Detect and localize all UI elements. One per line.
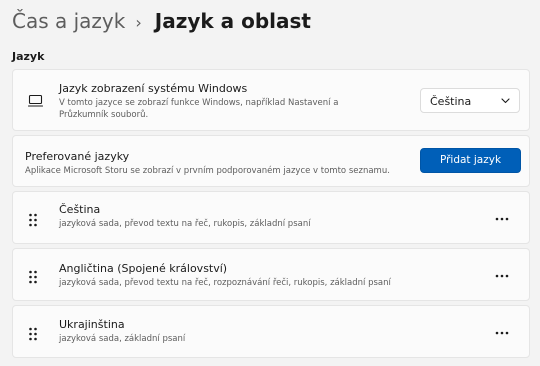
more-options-icon[interactable] [495, 217, 509, 221]
language-list-item[interactable]: Angličtina (Spojené království) jazyková… [12, 248, 530, 301]
section-heading-language: Jazyk [12, 50, 45, 63]
preferred-languages-title: Preferované jazyky [25, 150, 130, 163]
monitor-icon [28, 94, 43, 107]
breadcrumb: Čas a jazyk › Jazyk a oblast [12, 6, 311, 36]
drag-handle-icon[interactable] [29, 270, 37, 284]
more-options-icon[interactable] [495, 331, 509, 335]
display-language-description: V tomto jazyce se zobrazí funkce Windows… [59, 98, 339, 120]
page-title: Jazyk a oblast [154, 9, 311, 33]
display-language-title: Jazyk zobrazení systému Windows [59, 82, 248, 95]
drag-handle-icon[interactable] [29, 327, 37, 341]
language-features: jazyková sada, převod textu na řeč, rozp… [59, 278, 391, 288]
more-options-icon[interactable] [495, 274, 509, 278]
language-name: Ukrajinština [59, 318, 125, 331]
drag-handle-icon[interactable] [29, 213, 37, 227]
breadcrumb-parent-link[interactable]: Čas a jazyk [12, 9, 125, 33]
display-language-dropdown[interactable]: Čeština [420, 88, 520, 113]
preferred-languages-description: Aplikace Microsoft Storu se zobrazí v pr… [25, 166, 390, 176]
language-name: Angličtina (Spojené království) [59, 262, 228, 275]
language-name: Čeština [59, 203, 101, 216]
language-features: jazyková sada, převod textu na řeč, ruko… [59, 219, 311, 229]
preferred-languages-card: Preferované jazyky Aplikace Microsoft St… [12, 135, 530, 187]
breadcrumb-separator: › [135, 12, 142, 32]
dropdown-selected-value: Čeština [430, 95, 472, 108]
chevron-down-icon [501, 98, 510, 104]
display-language-card: Jazyk zobrazení systému Windows V tomto … [12, 69, 530, 131]
add-language-button[interactable]: Přidat jazyk [420, 148, 521, 173]
language-list-item[interactable]: Ukrajinština jazyková sada, základní psa… [12, 305, 530, 358]
language-list-item[interactable]: Čeština jazyková sada, převod textu na ř… [12, 191, 530, 244]
language-features: jazyková sada, základní psaní [59, 334, 186, 344]
